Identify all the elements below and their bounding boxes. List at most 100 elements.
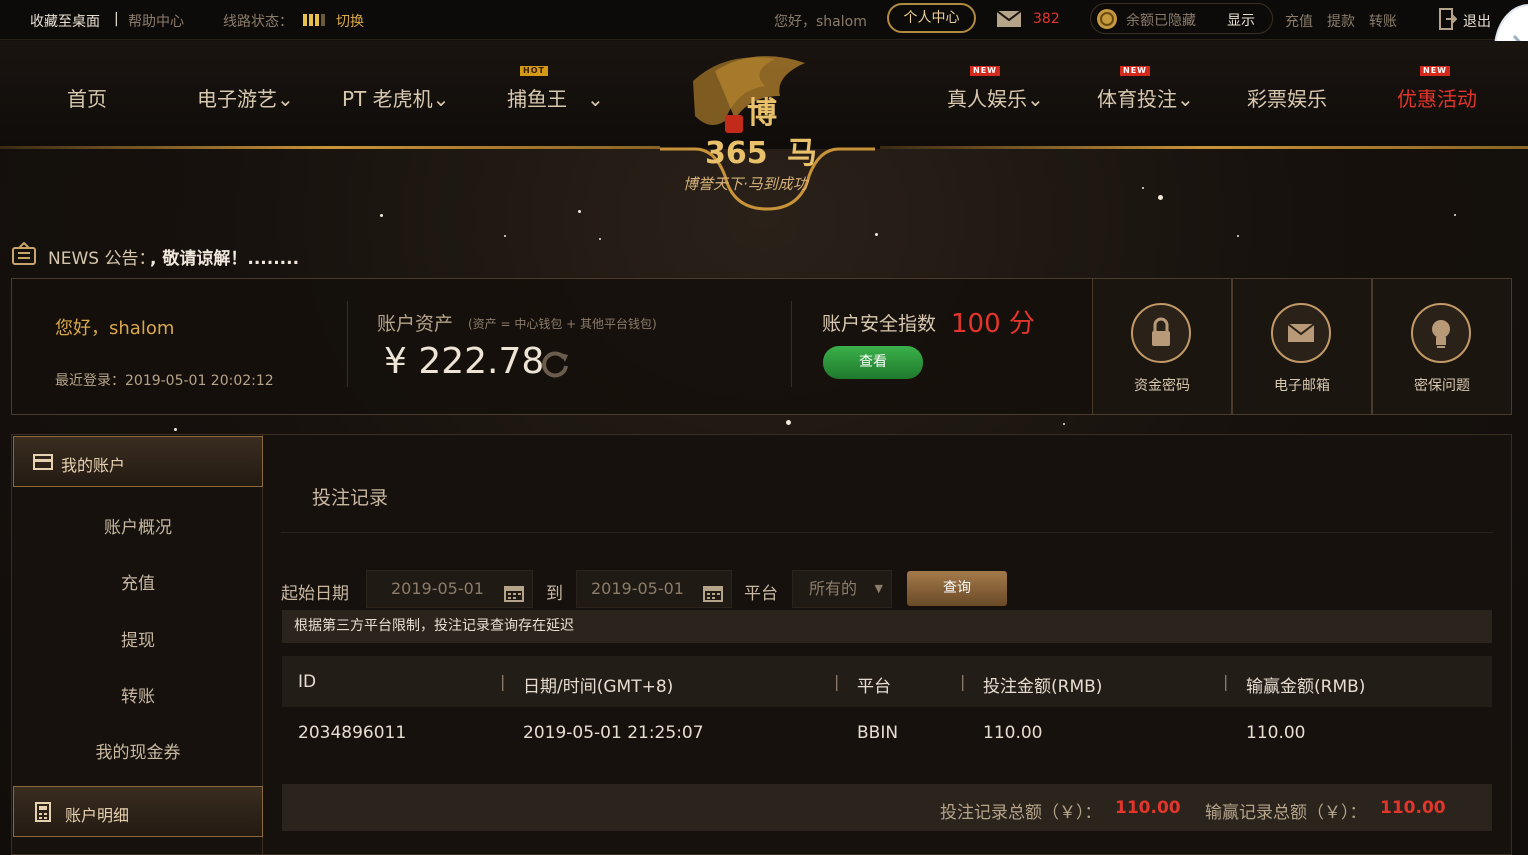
query-button[interactable]: 查询	[907, 571, 1007, 606]
new-badge: NEW	[1420, 66, 1450, 76]
platform-label: 平台	[744, 584, 778, 604]
assets-note: (资产 = 中心钱包 + 其他平台钱包)	[468, 317, 657, 331]
divider	[347, 301, 348, 387]
sidebar-item-transfer[interactable]: 转账	[12, 682, 264, 707]
sidebar: 我的账户 账户概况 充值 提现 转账 我的现金券 账户明细	[11, 434, 263, 855]
nav-item-live-casino[interactable]: 真人娱乐⌄	[947, 83, 1044, 112]
win-total-value: 110.00	[1380, 798, 1446, 818]
nav-item-lottery[interactable]: 彩票娱乐	[1247, 83, 1327, 112]
dropdown-arrow-icon: ▼	[874, 582, 883, 595]
signal-bars-icon	[303, 12, 325, 30]
bookmark-link[interactable]: 收藏至桌面	[30, 11, 100, 31]
divider: |	[114, 11, 119, 27]
cell-win-amount: 110.00	[1246, 723, 1306, 743]
page-title: 投注记录	[312, 487, 389, 509]
sidebar-section-my-account[interactable]: 我的账户	[13, 436, 263, 487]
balance-widget: 余额已隐藏 显示	[1090, 3, 1273, 34]
tile-label: 密保问题	[1414, 378, 1470, 394]
top-bar: 收藏至桌面 | 帮助中心 线路状态： 切换 您好，shalom 个人中心 382…	[0, 0, 1528, 40]
column-divider: |	[1223, 672, 1229, 691]
sidebar-item-overview[interactable]: 账户概况	[12, 513, 264, 538]
switch-line-link[interactable]: 切换	[336, 11, 364, 31]
nav-gold-line-right	[880, 146, 1528, 149]
site-logo[interactable]: 博 365 马 博誉天下·马到成功	[655, 41, 880, 213]
fund-password-tile[interactable]: 资金密码	[1092, 278, 1232, 415]
news-prefix: NEWS 公告：	[48, 249, 156, 269]
hot-badge: HOT	[520, 66, 548, 76]
balance-hidden-text: 余额已隐藏	[1126, 13, 1196, 29]
transfer-link[interactable]: 转账	[1369, 11, 1397, 31]
cell-platform: BBIN	[857, 723, 899, 743]
help-link[interactable]: 帮助中心	[128, 11, 184, 31]
lock-icon	[1131, 303, 1191, 363]
chevron-down-icon: ⌄	[432, 87, 450, 111]
chevron-down-icon: ⌄	[587, 87, 604, 111]
svg-text:365: 365	[705, 136, 768, 171]
end-date-input[interactable]: 2019-05-01	[576, 570, 732, 608]
nav-item-sports[interactable]: 体育投注⌄	[1097, 83, 1194, 112]
column-header-datetime: 日期/时间(GMT+8)	[523, 677, 674, 697]
sidebar-item-coupons[interactable]: 我的现金券	[12, 738, 264, 763]
view-security-button[interactable]: 查看	[823, 346, 923, 379]
logout-link[interactable]: 退出	[1463, 11, 1491, 31]
last-login: 最近登录：2019-05-01 20:02:12	[55, 373, 274, 389]
tile-label: 资金密码	[1134, 378, 1190, 394]
sidebar-item-withdraw[interactable]: 提现	[12, 626, 264, 651]
svg-text:博: 博	[747, 96, 777, 131]
sidebar-item-deposit[interactable]: 充值	[12, 569, 264, 594]
new-badge: NEW	[1120, 66, 1150, 76]
win-total-label: 输赢记录总额（￥）：	[1205, 803, 1367, 823]
personal-center-button[interactable]: 个人中心	[887, 3, 976, 33]
logout-icon[interactable]	[1439, 8, 1458, 34]
news-text[interactable]: , 敬请谅解！........	[150, 244, 299, 269]
sidebar-section-label: 账户明细	[65, 806, 130, 825]
chevron-down-icon: ⌄	[277, 87, 294, 111]
deposit-link[interactable]: 充值	[1285, 11, 1313, 31]
nav-item-pt-slots[interactable]: PT 老虎机⌄	[342, 83, 449, 112]
divider	[281, 532, 1493, 533]
line-status-label: 线路状态：	[223, 14, 293, 30]
column-divider: |	[500, 672, 506, 691]
coin-icon	[1096, 8, 1118, 34]
withdraw-link[interactable]: 提款	[1327, 11, 1355, 31]
envelope-icon	[1271, 303, 1331, 363]
bet-total-value: 110.00	[1115, 798, 1181, 818]
nav-item-promotions[interactable]: 优惠活动	[1397, 83, 1477, 112]
column-header-platform: 平台	[857, 677, 891, 697]
nav-gold-line-left	[0, 146, 660, 149]
announcement-icon	[11, 241, 37, 271]
start-date-label: 起始日期	[281, 584, 349, 604]
column-divider: |	[834, 672, 840, 691]
refresh-icon[interactable]	[540, 349, 570, 383]
divider	[791, 301, 792, 387]
svg-text:马: 马	[787, 136, 817, 171]
tile-label: 电子邮箱	[1274, 378, 1330, 394]
nav-item-egames[interactable]: 电子游艺⌄	[197, 83, 294, 112]
column-divider: |	[960, 672, 966, 691]
logo-slogan: 博誉天下·马到成功	[683, 175, 808, 193]
start-date-input[interactable]: 2019-05-01	[366, 570, 533, 608]
user-greeting: 您好，shalom	[774, 14, 867, 30]
cell-datetime: 2019-05-01 21:25:07	[523, 723, 704, 743]
new-badge: NEW	[970, 66, 1000, 76]
chevron-down-icon: ⌄	[1177, 87, 1194, 111]
bet-total-label: 投注记录总额（￥）：	[940, 803, 1102, 823]
platform-select[interactable]: 所有的 ▼	[792, 570, 892, 608]
sidebar-section-account-details[interactable]: 账户明细	[13, 786, 263, 837]
email-tile[interactable]: 电子邮箱	[1232, 278, 1372, 415]
nav-item-fishing[interactable]: 捕鱼王 ⌄	[507, 83, 604, 112]
calculator-icon	[35, 802, 51, 826]
to-label: 到	[546, 584, 563, 604]
show-balance-button[interactable]: 显示	[1227, 10, 1255, 30]
security-score: 100 分	[951, 309, 1035, 339]
security-label: 账户安全指数	[822, 313, 937, 335]
mail-icon[interactable]	[996, 10, 1022, 32]
security-question-tile[interactable]: 密保问题	[1372, 278, 1512, 415]
nav-item-home[interactable]: 首页	[67, 83, 107, 112]
sidebar-section-label: 我的账户	[61, 456, 126, 475]
cell-id: 2034896011	[298, 723, 407, 743]
column-header-win-amount: 输赢金额(RMB)	[1246, 677, 1366, 697]
assets-value: ¥ 222.78	[384, 341, 545, 382]
wallet-icon	[33, 454, 53, 474]
mail-count[interactable]: 382	[1033, 11, 1060, 27]
